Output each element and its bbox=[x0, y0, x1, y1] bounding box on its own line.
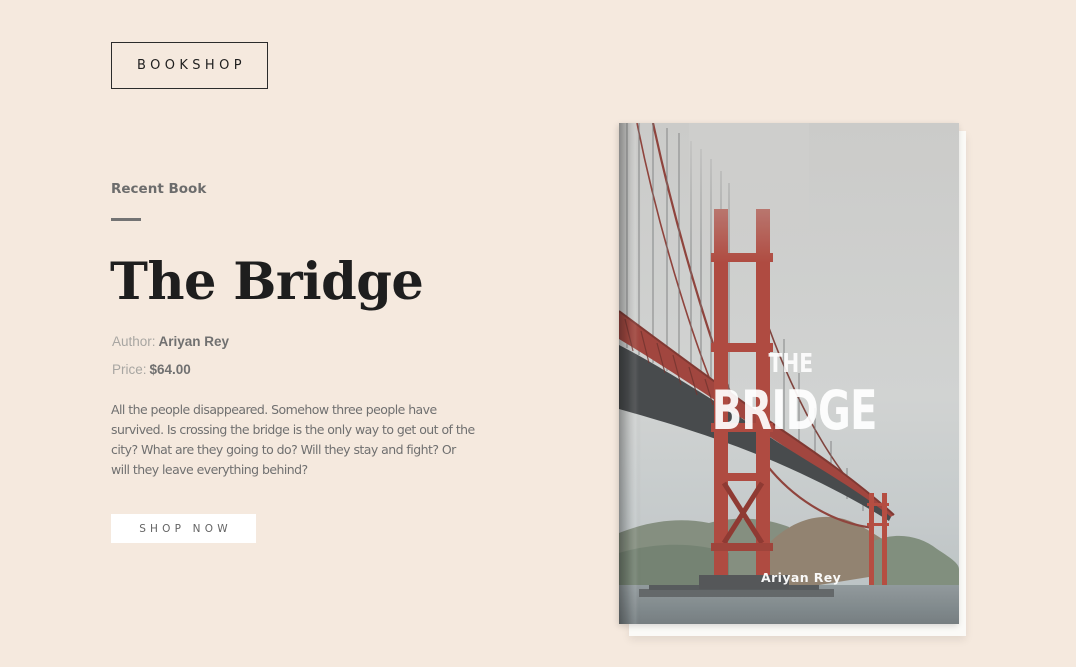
bookshop-logo[interactable]: BOOKSHOP bbox=[111, 42, 268, 89]
cover-title: BRIDGE bbox=[711, 379, 878, 442]
shop-now-button[interactable]: SHOP NOW bbox=[111, 514, 256, 543]
eyebrow-divider bbox=[111, 218, 141, 221]
book-mockup: THE BRIDGE Ariyan Rey bbox=[619, 123, 966, 636]
logo-text: BOOKSHOP bbox=[137, 58, 246, 73]
book-title: The Bridge bbox=[110, 252, 424, 312]
cover-title-the: THE bbox=[768, 349, 814, 379]
author-value: Ariyan Rey bbox=[158, 334, 230, 349]
page: BOOKSHOP Recent Book The Bridge Author: A… bbox=[0, 0, 1076, 667]
book-cover-image: THE BRIDGE Ariyan Rey bbox=[619, 123, 959, 624]
cover-author: Ariyan Rey bbox=[761, 570, 842, 585]
price-value: $64.00 bbox=[149, 362, 191, 377]
price-line: Price: $64.00 bbox=[112, 362, 191, 377]
author-line: Author: Ariyan Rey bbox=[112, 334, 229, 349]
section-eyebrow: Recent Book bbox=[111, 181, 207, 197]
author-label: Author: bbox=[112, 334, 156, 349]
book-description: All the people disappeared. Somehow thre… bbox=[111, 402, 475, 477]
price-label: Price: bbox=[112, 362, 147, 377]
shop-now-label: SHOP NOW bbox=[139, 522, 232, 535]
